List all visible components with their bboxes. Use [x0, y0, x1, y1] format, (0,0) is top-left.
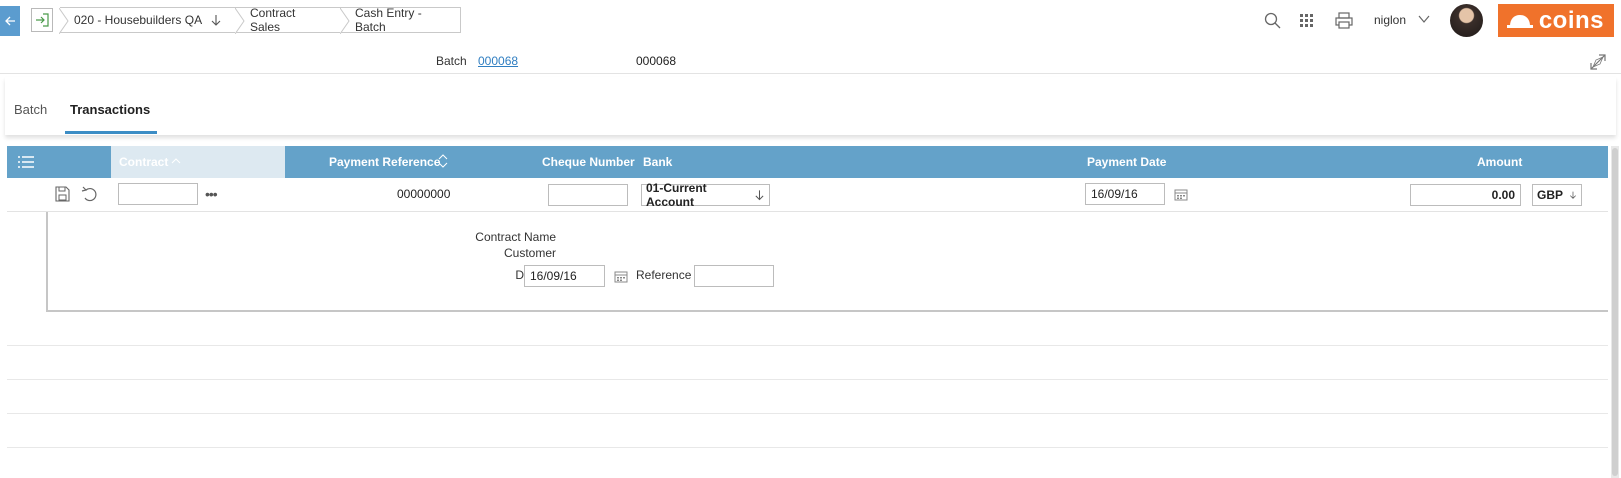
tabs-bar: Batch Transactions: [5, 77, 1616, 135]
table-row: [7, 448, 1608, 478]
batch-value: 000068: [636, 54, 677, 68]
apps-button[interactable]: [1296, 10, 1316, 30]
scrollbar-thumb[interactable]: [1612, 148, 1618, 476]
chevron-down-icon: [1570, 191, 1576, 199]
column-payment-reference[interactable]: Payment Reference: [329, 155, 440, 169]
breadcrumb-company[interactable]: 020 - Housebuilders QA: [59, 7, 236, 34]
reference-input[interactable]: [694, 265, 774, 287]
deposit-date-input[interactable]: 16/09/16: [524, 265, 605, 287]
column-contract-label: Contract: [119, 155, 169, 169]
payment-reference-value: 00000000: [397, 187, 451, 201]
table-row: [7, 380, 1608, 414]
active-tab-indicator: [65, 131, 157, 134]
back-arrow-icon: [5, 16, 15, 26]
breadcrumb-cash-entry[interactable]: Cash Entry - Batch: [340, 6, 461, 34]
contract-input[interactable]: [118, 183, 198, 205]
exit-icon: [36, 13, 49, 27]
currency-select-value: GBP: [1537, 188, 1564, 202]
table-row: ••• 00000000 01-Current Account 16/09/16…: [7, 178, 1608, 212]
sort-icon[interactable]: [171, 157, 181, 167]
chevron-down-icon: [755, 190, 764, 201]
hard-hat-icon: [1507, 15, 1533, 28]
breadcrumb-label: Cash Entry - Batch: [355, 6, 422, 34]
back-button[interactable]: [0, 6, 20, 36]
batch-label: Batch: [436, 54, 467, 68]
print-button[interactable]: [1334, 10, 1354, 30]
column-bank[interactable]: Bank: [643, 155, 672, 169]
breadcrumb-contract-sales[interactable]: Contract Sales: [235, 6, 341, 34]
print-icon: [1335, 11, 1353, 29]
breadcrumb-label: 020 - Housebuilders QA: [74, 13, 203, 27]
avatar[interactable]: [1450, 4, 1483, 37]
table-row: [7, 312, 1608, 346]
expand-icon[interactable]: [1589, 53, 1607, 71]
chevron-down-icon[interactable]: [210, 14, 222, 26]
column-cheque-number[interactable]: Cheque Number: [542, 155, 635, 169]
bank-select-value: 01-Current Account: [646, 181, 707, 209]
payment-date-input[interactable]: 16/09/16: [1085, 183, 1165, 205]
batch-header: Batch 000068 000068: [0, 48, 1621, 74]
ellipsis-icon[interactable]: •••: [205, 186, 218, 202]
table-row: [7, 414, 1608, 448]
chevron-down-icon[interactable]: [1417, 12, 1431, 26]
search-icon: [1264, 12, 1280, 28]
column-contract[interactable]: Contract: [111, 146, 285, 178]
vertical-scrollbar[interactable]: [1611, 146, 1619, 478]
calendar-icon[interactable]: [614, 270, 628, 283]
exit-button[interactable]: [31, 8, 53, 32]
column-payment-date[interactable]: Payment Date: [1087, 155, 1166, 169]
currency-select[interactable]: GBP: [1532, 184, 1582, 206]
reference-label: Reference: [636, 268, 692, 282]
contract-name-label: Contract Name: [475, 230, 556, 244]
top-bar: 020 - Housebuilders QA Contract Sales Ca…: [0, 0, 1621, 42]
save-icon[interactable]: [55, 186, 70, 202]
breadcrumb-label: Contract Sales: [250, 6, 296, 34]
apps-grid-icon: [1299, 13, 1313, 27]
tab-transactions[interactable]: Transactions: [70, 102, 150, 117]
sort-icon[interactable]: [438, 154, 448, 168]
coins-logo: coins: [1498, 4, 1614, 37]
logo-text: coins: [1538, 6, 1604, 34]
search-button[interactable]: [1262, 10, 1282, 30]
tab-batch[interactable]: Batch: [14, 102, 47, 117]
batch-link[interactable]: 000068: [478, 54, 518, 68]
bank-select[interactable]: 01-Current Account: [641, 181, 770, 209]
row-detail-panel: Contract Name Customer Deposit 16/09/16 …: [46, 212, 1608, 312]
calendar-icon[interactable]: [1174, 188, 1188, 201]
user-name[interactable]: niglon: [1374, 13, 1406, 27]
grid-header: Contract Payment Reference Cheque Number…: [7, 146, 1608, 178]
undo-icon[interactable]: [81, 186, 99, 202]
customer-label: Customer: [503, 246, 556, 260]
column-amount[interactable]: Amount: [1477, 155, 1522, 169]
menu-icon[interactable]: [17, 154, 35, 170]
cheque-number-input[interactable]: [548, 184, 628, 206]
table-row: [7, 346, 1608, 380]
amount-input[interactable]: 0.00: [1410, 184, 1521, 206]
